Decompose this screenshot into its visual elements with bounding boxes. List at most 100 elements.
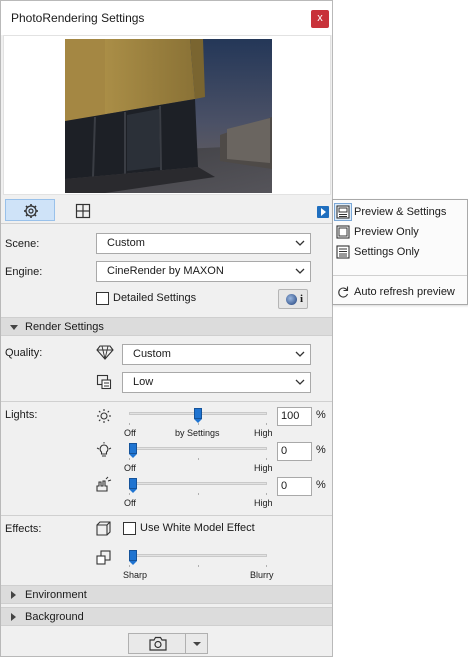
environment-section-title: Environment <box>25 589 87 601</box>
render-options-dropdown-button[interactable] <box>186 633 208 654</box>
view-mode-popup-menu: Preview & Settings Preview Only Settings… <box>332 199 468 305</box>
sun-max-label: High <box>254 428 273 438</box>
lamp-max-label: High <box>254 463 273 473</box>
slider-thumb[interactable] <box>129 478 137 493</box>
engine-select[interactable]: CineRender by MAXON <box>96 261 311 282</box>
slider-tick <box>266 493 267 495</box>
background-section-title: Background <box>25 611 84 623</box>
preview-settings-icon <box>336 205 350 219</box>
slider-tick <box>129 458 130 460</box>
close-button[interactable]: x <box>311 10 329 28</box>
lamp-intensity-slider[interactable] <box>129 443 267 466</box>
window-title: PhotoRendering Settings <box>11 11 145 25</box>
light-bulb-icon <box>96 442 112 457</box>
render-camera-button[interactable] <box>128 633 186 654</box>
slider-tick <box>129 423 130 425</box>
slider-tick <box>129 565 130 567</box>
sun-min-label: Off <box>124 428 136 438</box>
sun-intensity-field[interactable]: 100 <box>277 407 312 426</box>
engine-info-button[interactable]: i <box>278 289 308 309</box>
environment-min-label: Off <box>124 498 136 508</box>
quality-label: Quality: <box>5 347 43 359</box>
crop-frame-icon <box>75 203 91 219</box>
menu-item-label: Settings Only <box>354 246 420 258</box>
view-menu-arrow-button[interactable] <box>317 206 329 218</box>
slider-tick <box>129 493 130 495</box>
chevron-down-icon <box>295 268 305 274</box>
environment-light-slider[interactable] <box>129 478 267 501</box>
menu-item-label: Auto refresh preview <box>354 286 455 298</box>
resolution-select-value: Low <box>133 376 154 388</box>
slider-tick <box>266 565 267 567</box>
environment-section-header[interactable]: Environment <box>1 585 332 604</box>
expand-right-icon <box>11 591 16 599</box>
environment-light-field[interactable]: 0 <box>277 477 312 496</box>
menu-item-preview-only[interactable]: Preview Only <box>333 223 467 243</box>
mode-toolbar <box>1 197 332 224</box>
blur-icon <box>96 550 111 565</box>
cinerender-logo-icon <box>286 294 297 305</box>
slider-tick <box>198 458 199 460</box>
render-preview-image <box>65 39 272 193</box>
quality-select[interactable]: Custom <box>122 344 311 365</box>
render-settings-header[interactable]: Render Settings <box>1 317 332 336</box>
preview-mode-button[interactable] <box>57 199 107 221</box>
sun-mid-label: by Settings <box>175 428 220 438</box>
expand-down-icon <box>10 325 18 330</box>
percent-label: % <box>316 409 326 421</box>
lamp-intensity-field[interactable]: 0 <box>277 442 312 461</box>
menu-item-auto-refresh[interactable]: Auto refresh preview <box>333 283 467 303</box>
divider <box>1 515 332 516</box>
lights-label: Lights: <box>5 409 38 421</box>
hand-light-icon <box>96 476 112 492</box>
chevron-down-icon <box>295 240 305 246</box>
menu-item-preview-and-settings[interactable]: Preview & Settings <box>333 203 467 223</box>
chevron-down-icon <box>295 379 305 385</box>
slider-tick <box>198 423 199 425</box>
menu-item-label: Preview Only <box>354 226 419 238</box>
detailed-settings-checkbox[interactable] <box>96 292 109 305</box>
menu-item-settings-only[interactable]: Settings Only <box>333 243 467 263</box>
effects-label: Effects: <box>5 523 42 535</box>
menu-item-label: Preview & Settings <box>354 206 447 218</box>
quality-select-value: Custom <box>133 348 171 360</box>
scene-select-value: Custom <box>107 237 145 249</box>
photorendering-settings-panel: PhotoRendering Settings x Scene: Custom … <box>0 0 333 657</box>
title-bar[interactable]: PhotoRendering Settings x <box>1 1 332 35</box>
detailed-settings-label: Detailed Settings <box>113 292 197 304</box>
slider-thumb[interactable] <box>194 408 202 423</box>
slider-thumb[interactable] <box>129 550 137 565</box>
settings-mode-button[interactable] <box>5 199 55 221</box>
divider <box>1 401 332 402</box>
percent-label: % <box>316 444 326 456</box>
sun-icon <box>97 409 111 423</box>
slider-track <box>129 554 267 557</box>
settings-only-icon <box>336 245 350 259</box>
slider-tick <box>198 493 199 495</box>
white-model-cube-icon <box>96 521 111 536</box>
blur-min-label: Sharp <box>123 570 148 580</box>
resolution-icon <box>96 374 112 390</box>
slider-thumb[interactable] <box>129 443 137 458</box>
engine-label: Engine: <box>5 266 43 278</box>
environment-max-label: High <box>254 498 273 508</box>
slider-track <box>129 447 267 450</box>
white-model-checkbox[interactable] <box>123 522 136 535</box>
engine-select-value: CineRender by MAXON <box>107 265 224 277</box>
preview-only-icon <box>336 225 350 239</box>
scene-label: Scene: <box>5 238 40 250</box>
slider-tick <box>198 565 199 567</box>
white-model-label: Use White Model Effect <box>140 522 255 534</box>
expand-right-icon <box>11 613 16 621</box>
chevron-down-icon <box>295 351 305 357</box>
resolution-select[interactable]: Low <box>122 372 311 393</box>
background-section-header[interactable]: Background <box>1 607 332 626</box>
scene-select[interactable]: Custom <box>96 233 311 254</box>
render-settings-title: Render Settings <box>25 321 104 333</box>
percent-label: % <box>316 479 326 491</box>
camera-icon <box>149 636 167 651</box>
blur-slider[interactable] <box>129 550 267 573</box>
diamond-icon <box>96 345 114 360</box>
slider-tick <box>266 423 267 425</box>
menu-separator <box>333 275 467 276</box>
